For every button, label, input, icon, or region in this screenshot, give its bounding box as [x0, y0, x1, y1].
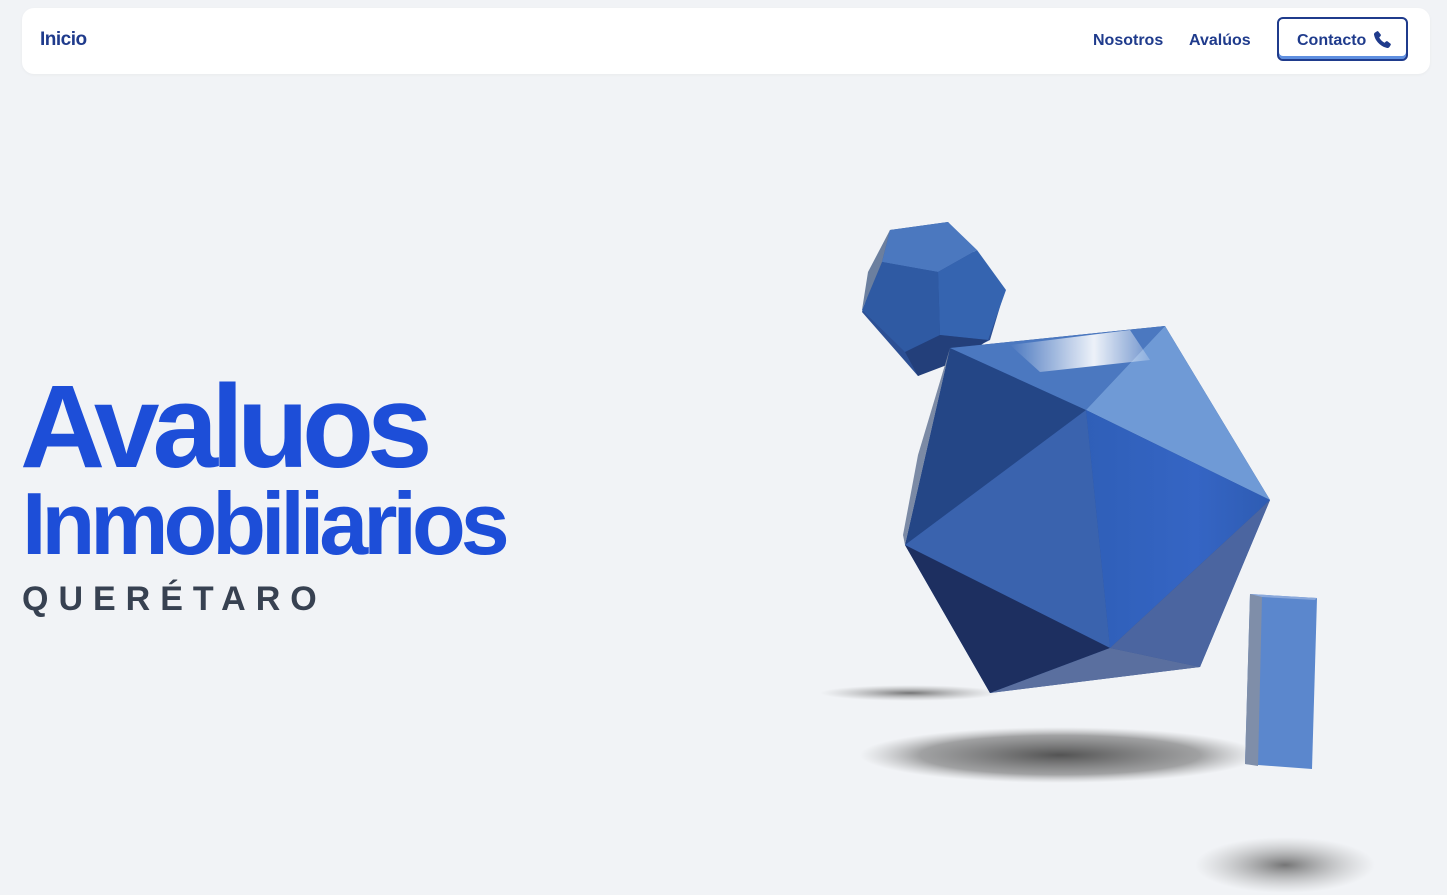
shape-shadow	[1195, 837, 1375, 893]
shape-shadow	[820, 685, 1000, 701]
page: Inicio Nosotros Avalúos Contacto Avaluos…	[0, 0, 1447, 895]
contact-button[interactable]: Contacto	[1277, 17, 1408, 61]
contact-button-label: Contacto	[1297, 32, 1367, 49]
rectangular-block-shape	[1245, 594, 1317, 769]
hero-title-line1: Avaluos	[20, 361, 433, 493]
nav-link-nosotros[interactable]: Nosotros	[1093, 32, 1163, 50]
hero-title-line2: Inmobiliarios	[22, 474, 510, 573]
phone-icon	[1373, 31, 1391, 49]
top-navbar: Inicio Nosotros Avalúos Contacto	[22, 8, 1430, 74]
hero-subtitle: QUERÉTARO	[22, 580, 327, 618]
icosahedron-shape	[903, 326, 1270, 693]
nav-home-link[interactable]: Inicio	[40, 29, 87, 51]
nav-link-avaluos[interactable]: Avalúos	[1189, 32, 1251, 50]
shape-shadow	[860, 727, 1260, 783]
hero-3d-shapes-illustration	[820, 222, 1375, 893]
